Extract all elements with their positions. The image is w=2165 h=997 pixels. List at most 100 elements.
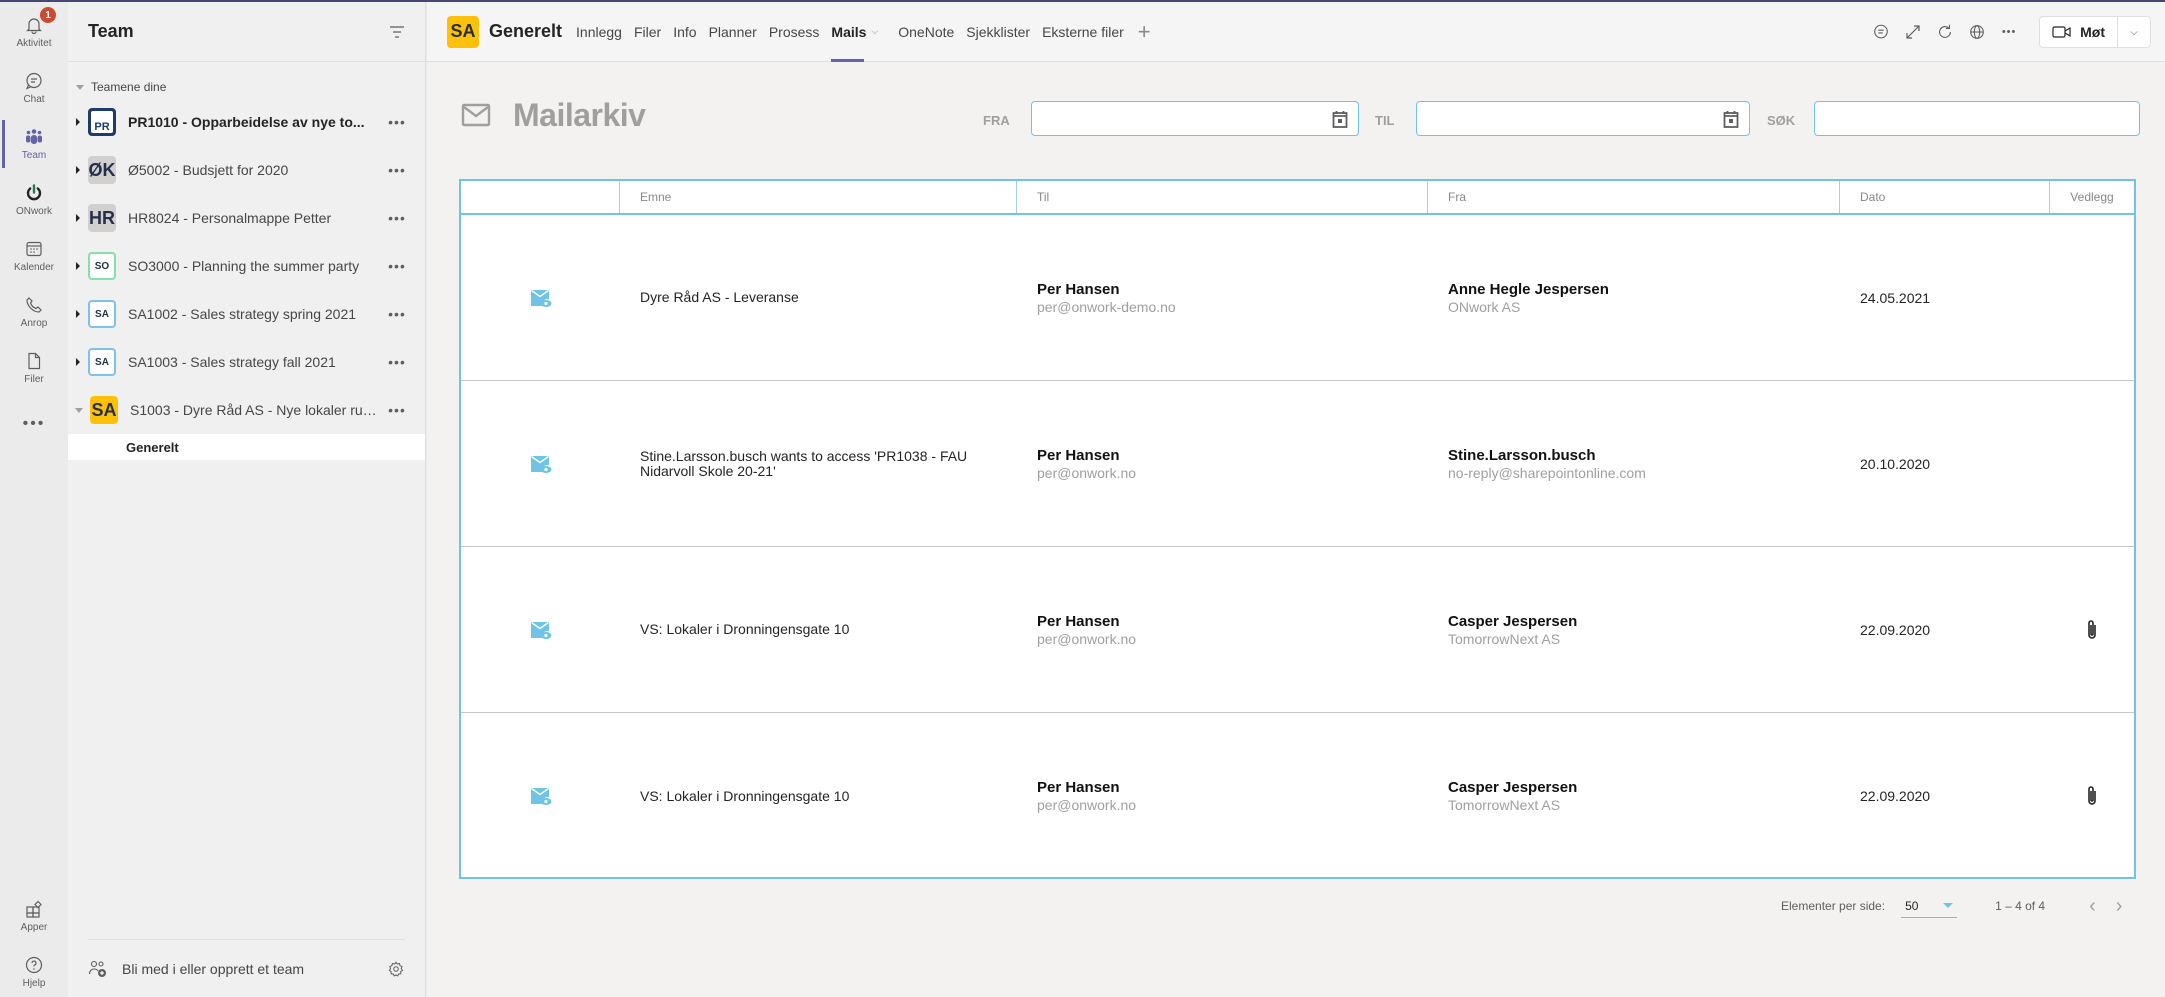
team-avatar: ØK: [88, 156, 116, 184]
table-row[interactable]: VS: Lokaler i Dronningensgate 10 Per Han…: [461, 713, 2134, 879]
from-date-field[interactable]: [1031, 101, 1359, 136]
team-item[interactable]: ØK Ø5002 - Budsjett for 2020 •••: [68, 146, 425, 194]
previous-page-icon[interactable]: ‹: [2089, 895, 2096, 918]
team-item[interactable]: PR PR1010 - Opparbeidelse av nye to... •…: [68, 98, 425, 146]
website-button[interactable]: [1961, 16, 1993, 48]
cell-icon: [461, 381, 620, 546]
paperclip-icon[interactable]: [2086, 785, 2098, 807]
to-date-field[interactable]: [1416, 101, 1750, 136]
power-icon: [26, 184, 42, 201]
rail-item-chat[interactable]: Chat: [0, 60, 68, 116]
tab-info[interactable]: Info: [673, 2, 696, 62]
items-per-page-select[interactable]: 50: [1901, 894, 1958, 918]
tab-onenote[interactable]: OneNote: [898, 2, 954, 62]
rail-item-help[interactable]: Hjelp: [0, 944, 68, 997]
from-date-input[interactable]: [1032, 102, 1358, 135]
column-header-to[interactable]: Til: [1017, 181, 1428, 213]
phone-icon: [26, 297, 42, 313]
to-date-input[interactable]: [1417, 102, 1749, 135]
table-row[interactable]: VS: Lokaler i Dronningensgate 10 Per Han…: [461, 547, 2134, 713]
refresh-button[interactable]: [1929, 16, 1961, 48]
more-options-icon[interactable]: •••: [377, 258, 417, 274]
meet-options-dropdown[interactable]: ⌵: [2118, 17, 2150, 47]
column-header-subject[interactable]: Emne: [620, 181, 1017, 213]
team-item[interactable]: SA SA1002 - Sales strategy spring 2021 •…: [68, 290, 425, 338]
rail-item-apps[interactable]: Apper: [0, 888, 68, 944]
more-options-icon[interactable]: •••: [377, 210, 417, 226]
rail-label: Kalender: [13, 262, 55, 273]
settings-icon[interactable]: [387, 960, 405, 978]
team-item[interactable]: HR HR8024 - Personalmappe Petter •••: [68, 194, 425, 242]
rail-item-more[interactable]: •••: [0, 396, 68, 452]
more-options-icon[interactable]: •••: [377, 354, 417, 370]
more-options-icon[interactable]: •••: [377, 402, 417, 418]
team-avatar: SA: [90, 396, 118, 424]
tab-prosess[interactable]: Prosess: [769, 2, 820, 62]
cell-subject: VS: Lokaler i Dronningensgate 10: [620, 713, 1017, 879]
more-actions-button[interactable]: •••: [1993, 16, 2025, 48]
column-header-from[interactable]: Fra: [1428, 181, 1840, 213]
rail-item-team[interactable]: Team: [0, 116, 68, 172]
tab-sjekklister[interactable]: Sjekklister: [966, 2, 1030, 62]
team-item-active[interactable]: SA S1003 - Dyre Råd AS - Nye lokaler run…: [68, 386, 425, 434]
more-icon: •••: [22, 415, 46, 432]
cell-icon: [461, 215, 620, 380]
section-your-teams[interactable]: Teamene dine: [76, 80, 425, 94]
tab-innlegg[interactable]: Innlegg: [576, 2, 622, 62]
cell-date: 22.09.2020: [1840, 547, 2050, 712]
next-page-icon[interactable]: ›: [2116, 895, 2123, 918]
cell-from: Casper Jespersen TomorrowNext AS: [1428, 713, 1840, 879]
mail-subject: VS: Lokaler i Dronningensgate 10: [640, 621, 850, 637]
tab-mails[interactable]: Mails ⌵: [831, 2, 878, 62]
column-header-date[interactable]: Dato: [1840, 181, 2050, 213]
team-item[interactable]: SA SA1003 - Sales strategy fall 2021 •••: [68, 338, 425, 386]
rail-item-activity[interactable]: 1 Aktivitet: [0, 4, 68, 60]
tab-filer[interactable]: Filer: [634, 2, 661, 62]
view-mail-icon[interactable]: [530, 786, 552, 806]
items-per-page-label: Elementer per side:: [1781, 899, 1886, 913]
view-mail-icon[interactable]: [530, 454, 552, 474]
mail-date: 20.10.2020: [1860, 455, 1931, 472]
column-header-attachment[interactable]: Vedlegg: [2050, 181, 2134, 213]
channel-item-generelt[interactable]: Generelt: [68, 434, 425, 460]
more-options-icon[interactable]: •••: [377, 162, 417, 178]
more-icon: •••: [2001, 26, 2017, 38]
filter-icon[interactable]: [389, 25, 405, 39]
calendar-icon[interactable]: [1723, 110, 1739, 128]
conversation-button[interactable]: [1865, 16, 1897, 48]
sender-org: TomorrowNext AS: [1448, 630, 1561, 647]
team-avatar: PR: [88, 108, 116, 136]
search-field[interactable]: [1814, 101, 2140, 136]
view-mail-icon[interactable]: [530, 620, 552, 640]
recipient-name: Per Hansen: [1037, 612, 1120, 630]
view-mail-icon[interactable]: [530, 288, 552, 308]
more-options-icon[interactable]: •••: [377, 306, 417, 322]
rail-item-onwork[interactable]: ONwork: [0, 172, 68, 228]
rail-item-files[interactable]: Filer: [0, 340, 68, 396]
rail-item-calls[interactable]: Anrop: [0, 284, 68, 340]
tab-planner[interactable]: Planner: [709, 2, 757, 62]
rail-label: Chat: [23, 94, 45, 105]
rail-item-calendar[interactable]: Kalender: [0, 228, 68, 284]
table-row[interactable]: Dyre Råd AS - Leveranse Per Hansen per@on…: [461, 215, 2134, 381]
team-item[interactable]: SO SO3000 - Planning the summer party ••…: [68, 242, 425, 290]
paperclip-icon[interactable]: [2086, 619, 2098, 641]
table-header: Emne Til Fra Dato Vedlegg: [461, 181, 2134, 215]
team-name: S1003 - Dyre Råd AS - Nye lokaler run...: [130, 402, 377, 418]
meet-button[interactable]: Møt: [2040, 17, 2118, 47]
help-icon: [25, 956, 43, 974]
expand-icon: [76, 118, 80, 126]
add-tab-icon[interactable]: +: [1138, 19, 1151, 45]
mail-subject: Dyre Råd AS - Leveranse: [640, 289, 799, 305]
rail-label: Aktivitet: [16, 38, 52, 49]
calendar-icon[interactable]: [1332, 110, 1348, 128]
more-options-icon[interactable]: •••: [377, 114, 417, 130]
tab-eksterne-filer[interactable]: Eksterne filer: [1042, 2, 1124, 62]
search-input[interactable]: [1815, 102, 2139, 135]
table-row[interactable]: Stine.Larsson.busch wants to access 'PR1…: [461, 381, 2134, 547]
join-create-team-button[interactable]: Bli med i eller opprett et team: [88, 959, 304, 979]
expand-button[interactable]: [1897, 16, 1929, 48]
team-panel-footer: Bli med i eller opprett et team: [88, 939, 405, 997]
join-create-team-label: Bli med i eller opprett et team: [122, 960, 305, 977]
team-name: HR8024 - Personalmappe Petter: [128, 210, 332, 226]
